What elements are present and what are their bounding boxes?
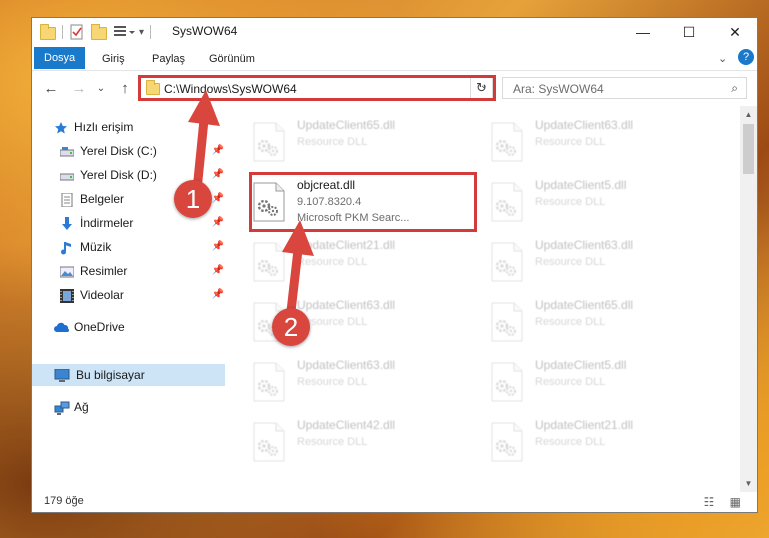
annotation-badge-2: 2 [272,308,310,346]
arrow-2 [282,220,314,325]
annotation-badge-1: 1 [174,180,212,218]
annotation-arrows [188,90,314,325]
